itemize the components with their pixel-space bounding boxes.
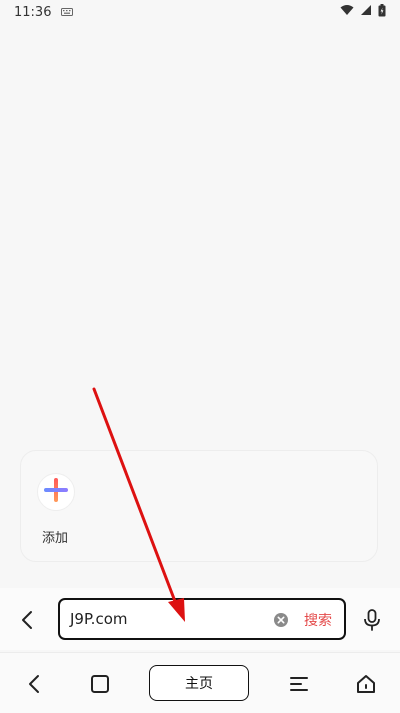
- add-shortcut-button[interactable]: 添加: [37, 473, 75, 546]
- status-time: 11:36: [14, 4, 52, 20]
- signal-icon: [360, 4, 372, 20]
- add-label: 添加: [41, 531, 68, 546]
- add-circle[interactable]: [37, 473, 75, 511]
- back-icon: [16, 611, 40, 636]
- voice-button[interactable]: [362, 609, 382, 631]
- bottom-nav: 主页: [0, 652, 400, 713]
- menu-icon: [288, 677, 310, 699]
- status-bar: 11:36: [0, 0, 400, 24]
- keyboard-icon: [61, 5, 74, 20]
- search-button[interactable]: 搜索: [304, 610, 332, 630]
- clear-icon: [273, 613, 289, 632]
- url-text[interactable]: J9P.com: [70, 610, 127, 628]
- back-button[interactable]: [16, 608, 40, 632]
- nav-back-button[interactable]: [24, 673, 46, 695]
- home-button[interactable]: [355, 673, 377, 695]
- tabs-icon: [89, 675, 111, 699]
- shortcut-card: 添加: [20, 450, 378, 562]
- battery-icon: [378, 3, 386, 21]
- menu-button[interactable]: [288, 673, 310, 695]
- wifi-icon: [340, 4, 354, 20]
- mic-icon: [362, 609, 382, 635]
- back-icon: [24, 675, 46, 699]
- clear-button[interactable]: [273, 612, 289, 628]
- tabs-button[interactable]: [89, 673, 111, 695]
- home-tab-button[interactable]: 主页: [149, 665, 249, 701]
- url-input[interactable]: J9P.com 搜索: [58, 598, 346, 640]
- search-row: J9P.com 搜索: [0, 588, 400, 650]
- plus-icon: [43, 477, 69, 507]
- home-icon: [355, 675, 377, 699]
